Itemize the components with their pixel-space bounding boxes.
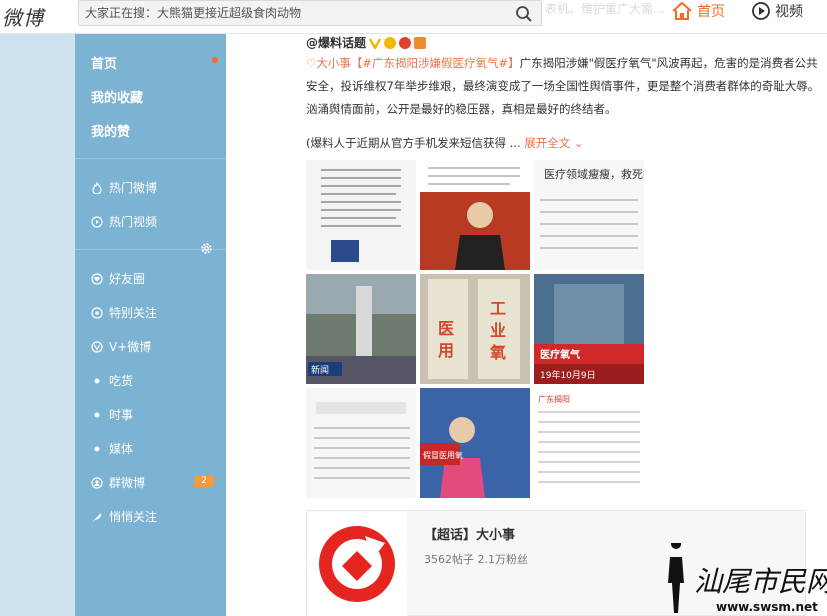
group-icon <box>91 476 103 489</box>
sidebar-item-favorites[interactable]: 我的收藏 <box>91 87 143 106</box>
star-icon <box>91 306 103 319</box>
nav-video[interactable]: 视频 <box>751 1 803 21</box>
sidebar-item-label: 时事 <box>109 408 134 422</box>
dot-icon <box>94 412 100 417</box>
sidebar-item-foodie[interactable]: 吃货 <box>91 372 133 389</box>
post-card: @爆料话题 ♡大小事【#广东揭阳涉嫌假医疗氧气#】广东揭阳涉嫌"假医疗氧气"风波… <box>226 34 827 616</box>
gear-icon[interactable] <box>200 242 213 255</box>
search-icon[interactable] <box>515 5 533 23</box>
svg-text:氧: 氧 <box>489 343 506 362</box>
sidebar-item-media[interactable]: 媒体 <box>91 440 133 457</box>
topic-stats: 3562帖子 2.1万粉丝 <box>424 553 528 566</box>
member-icon <box>384 36 397 49</box>
sidebar-item-label: 媒体 <box>109 442 134 456</box>
watermark-text: 汕尾市民网 <box>694 565 827 598</box>
hashtag-link[interactable]: 【#广东揭阳涉嫌假医疗氧气#】 <box>351 56 520 70</box>
sidebar-item-label: V+微博 <box>109 340 152 354</box>
top-bar: 微博 表机、维护重广大需... 首页 视频 <box>0 0 827 34</box>
chevron-down-icon: ⌄ <box>573 136 584 150</box>
svg-text:用: 用 <box>438 341 454 360</box>
svg-text:医疗氧气: 医疗氧气 <box>540 348 580 361</box>
group-count-badge: 2 <box>194 475 214 487</box>
nav-video-label: 视频 <box>775 4 803 20</box>
sidebar-item-friends[interactable]: 好友圈 <box>91 270 145 287</box>
topic-logo <box>307 511 407 616</box>
divider <box>75 158 226 159</box>
post-header: @爆料话题 <box>306 34 427 51</box>
post-image-7[interactable] <box>306 388 416 498</box>
fire-icon <box>92 181 102 194</box>
search-box[interactable] <box>78 0 542 26</box>
watermark: 汕尾市民网 www.swsm.net <box>658 539 827 616</box>
nav-home[interactable]: 首页 <box>671 1 725 21</box>
left-sidebar: 首页 我的收藏 我的赞 热门微博 热门视频 好友圈 特别关注 V+微博 吃货 时… <box>75 34 226 616</box>
post-image-6[interactable]: 医疗氧气 19年10月9日 <box>534 274 644 384</box>
verified-icon <box>369 37 382 49</box>
play-icon <box>91 215 103 228</box>
sidebar-item-label: 热门微博 <box>109 181 158 195</box>
topic-tag[interactable]: 大小事 <box>316 56 351 70</box>
topic-logo-icon <box>319 526 395 602</box>
image-grid: 医疗领域瘦瘦，救死扶 新闻 医 用 工 业 氧 医疗氧气 19年10月9日 假冒… <box>306 160 645 498</box>
expand-link[interactable]: 展开全文 ⌄ <box>524 136 583 150</box>
sidebar-item-label: 热门视频 <box>109 215 158 229</box>
post-more: (爆料人于近期从官方手机发来短信获得 ... 展开全文 ⌄ <box>306 135 584 151</box>
sidebar-item-label: 特别关注 <box>109 306 158 320</box>
image-caption: 19年10月9日 <box>540 369 596 381</box>
dot-icon <box>94 446 100 451</box>
heart-icon <box>91 272 103 285</box>
sidebar-item-vplus[interactable]: V+微博 <box>91 338 151 355</box>
post-image-8[interactable]: 假冒医用氧 <box>420 388 530 498</box>
sidebar-item-home[interactable]: 首页 <box>91 53 117 72</box>
sidebar-item-label: 好友圈 <box>109 272 146 286</box>
post-image-2[interactable] <box>420 160 530 270</box>
image-caption: 假冒医用氧 <box>423 450 463 460</box>
background-text: 表机、维护重广大需... <box>545 2 665 16</box>
sidebar-item-news[interactable]: 时事 <box>91 406 133 423</box>
sidebar-item-label: 吃货 <box>109 374 134 388</box>
post-image-4[interactable]: 新闻 <box>306 274 416 384</box>
main-feed: @爆料话题 ♡大小事【#广东揭阳涉嫌假医疗氧气#】广东揭阳涉嫌"假医疗氧气"风波… <box>226 34 827 616</box>
sidebar-item-group[interactable]: 群微博 <box>91 474 145 491</box>
home-icon <box>672 1 692 20</box>
image-caption: 新闻 <box>311 364 329 376</box>
image-caption: 广东揭阳 <box>538 394 570 404</box>
post-image-9[interactable]: 广东揭阳 <box>534 388 644 498</box>
badge-icon <box>399 36 412 49</box>
sidebar-item-secret-follow[interactable]: 悄悄关注 <box>91 508 157 525</box>
post-image-5[interactable]: 医 用 工 业 氧 <box>420 274 530 384</box>
topic-tag-icon: ♡ <box>306 56 317 70</box>
post-body: ♡大小事【#广东揭阳涉嫌假医疗氧气#】广东揭阳涉嫌"假医疗氧气"风波再起，危害的… <box>306 52 821 121</box>
gift-icon <box>414 36 427 49</box>
sidebar-item-label: 悄悄关注 <box>109 510 158 524</box>
post-image-3[interactable]: 医疗领域瘦瘦，救死扶 <box>534 160 644 270</box>
feather-icon <box>92 512 102 522</box>
v-plus-icon <box>91 340 103 353</box>
svg-text:工: 工 <box>490 299 506 318</box>
topic-title[interactable]: 【超话】大小事 <box>424 524 515 543</box>
post-more-text: (爆料人于近期从官方手机发来短信获得 ... <box>306 136 521 150</box>
sidebar-item-likes[interactable]: 我的赞 <box>91 121 130 140</box>
svg-text:业: 业 <box>490 321 506 340</box>
sidebar-item-label: 群微博 <box>109 476 146 490</box>
image-caption: 医疗领域瘦瘦，救死扶 <box>544 167 644 181</box>
dot-icon <box>94 378 100 383</box>
watermark-logo: 汕尾市民网 www.swsm.net <box>668 539 827 614</box>
nav-home-label: 首页 <box>697 4 725 20</box>
search-input[interactable] <box>85 4 505 22</box>
post-author[interactable]: @爆料话题 <box>306 34 366 51</box>
sidebar-item-hot-weibo[interactable]: 热门微博 <box>91 179 157 196</box>
sidebar-item-hot-video[interactable]: 热门视频 <box>91 213 157 230</box>
watermark-url: www.swsm.net <box>716 600 818 614</box>
post-image-1[interactable] <box>306 160 416 270</box>
svg-text:医: 医 <box>438 319 454 338</box>
video-icon <box>752 2 770 20</box>
expand-label: 展开全文 <box>524 136 571 150</box>
sidebar-item-special[interactable]: 特别关注 <box>91 304 157 321</box>
weibo-logo[interactable]: 微博 <box>2 2 44 31</box>
unread-dot <box>212 57 218 63</box>
